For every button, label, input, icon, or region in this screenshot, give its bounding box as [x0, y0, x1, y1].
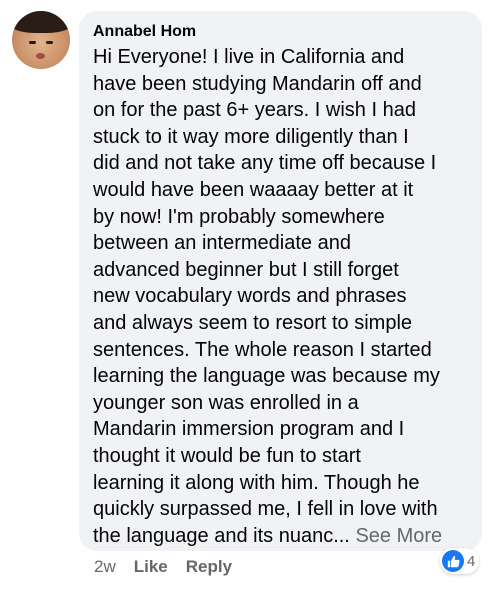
comment-text-line: advanced beginner but I still forget — [93, 258, 399, 281]
reaction-count: 4 — [467, 552, 476, 570]
comment-timestamp[interactable]: 2w — [94, 556, 116, 578]
comment-text-line: learning the language was because my — [93, 365, 440, 388]
comment-text-line: by now! I'm probably somewhere — [93, 205, 385, 228]
comment-text-line: would have been waaaay better at it — [93, 178, 414, 201]
comment-text-line: stuck to it way more diligently than I — [93, 125, 409, 148]
comment-text-line: sentences. The whole reason I started — [93, 338, 432, 361]
comment-text-truncated: the language and its nuanc... — [93, 524, 350, 547]
comment-text-line: thought it would be fun to start — [93, 444, 361, 467]
see-more-link[interactable]: See More — [355, 525, 442, 547]
avatar-mouth — [36, 53, 45, 59]
comment-text-line: Hi Everyone! I live in California and — [93, 46, 405, 68]
comment-text: Hi Everyone! I live in California and ha… — [93, 44, 468, 549]
comment-text-line: learning it along with him. Though he — [93, 471, 420, 494]
comment-text-line-last: the language and its nuanc... See More — [93, 523, 468, 550]
comment-text-line: quickly surpassed me, I fell in love wit… — [93, 498, 438, 521]
like-icon — [442, 550, 464, 572]
comment-text-line: between an intermediate and — [93, 232, 351, 255]
avatar[interactable] — [12, 11, 70, 69]
comment-author[interactable]: Annabel Hom — [93, 21, 468, 42]
comment-text-line: and always seem to resort to simple — [93, 311, 413, 334]
comment-actions: 2w Like Reply — [94, 556, 232, 578]
comment-text-line: have been studying Mandarin off and — [93, 72, 422, 95]
comment-bubble: Annabel Hom Hi Everyone! I live in Calif… — [79, 11, 482, 551]
comment-text-line: did and not take any time off because I — [93, 152, 437, 175]
comment: Annabel Hom Hi Everyone! I live in Calif… — [0, 0, 497, 589]
comment-text-line: on for the past 6+ years. I wish I had — [93, 99, 416, 122]
avatar-eye — [46, 41, 53, 44]
reply-button[interactable]: Reply — [186, 556, 232, 578]
reaction-summary[interactable]: 4 — [440, 548, 480, 574]
avatar-eye — [29, 41, 36, 44]
like-button[interactable]: Like — [134, 556, 168, 578]
comment-text-line: new vocabulary words and phrases — [93, 285, 407, 308]
avatar-hair — [12, 11, 70, 33]
comment-text-line: Mandarin immersion program and I — [93, 418, 405, 441]
comment-text-line: younger son was enrolled in a — [93, 391, 359, 414]
